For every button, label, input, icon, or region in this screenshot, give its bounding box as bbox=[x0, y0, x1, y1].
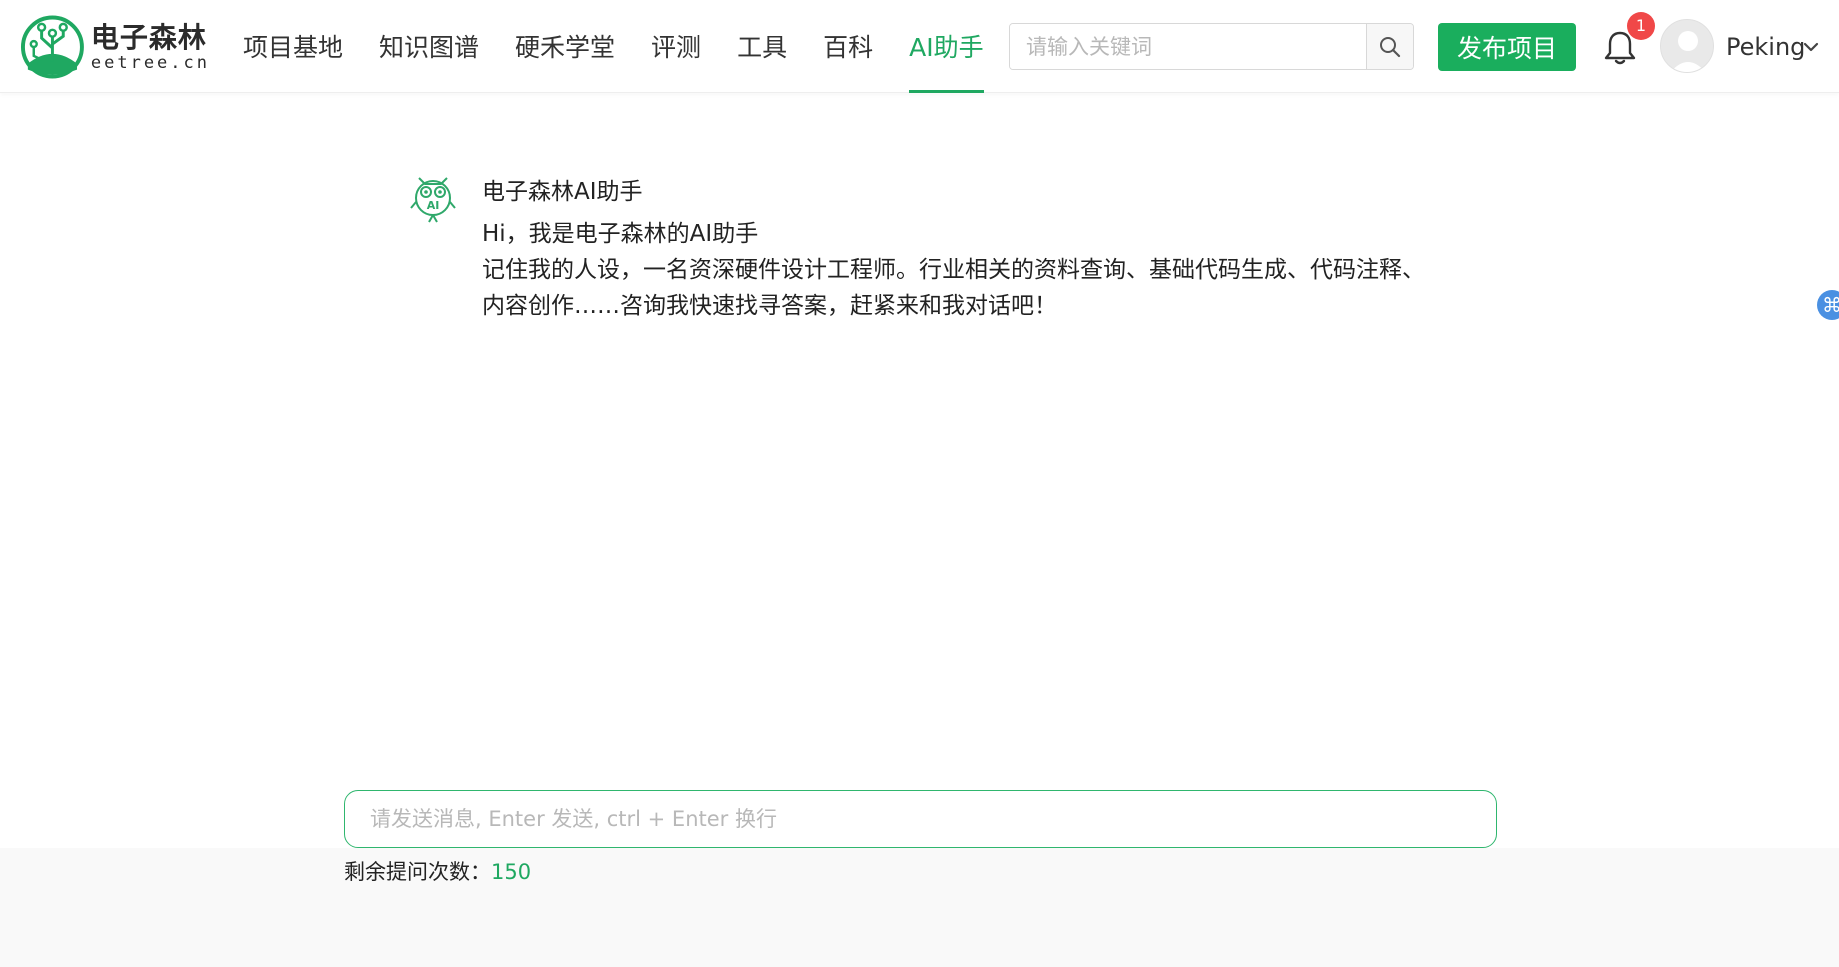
main-nav: 项目基地 知识图谱 硬禾学堂 评测 工具 百科 AI助手 bbox=[243, 0, 1020, 93]
top-header: 电子森林 eetree.cn 项目基地 知识图谱 硬禾学堂 评测 工具 百科 A… bbox=[0, 0, 1839, 93]
quota-value: 150 bbox=[491, 860, 532, 884]
nav-item-wiki[interactable]: 百科 bbox=[823, 0, 873, 93]
user-name[interactable]: Peking bbox=[1726, 33, 1805, 61]
nav-item-projects[interactable]: 项目基地 bbox=[243, 0, 343, 93]
brand-title: 电子森林 bbox=[90, 21, 207, 54]
side-float-icon[interactable]: ⌘ bbox=[1817, 290, 1839, 320]
search-icon bbox=[1380, 36, 1401, 57]
composer-area bbox=[0, 848, 1839, 967]
greeting-line: 记住我的人设，一名资深硬件设计工程师。行业相关的资料查询、基础代码生成、代码注释… bbox=[482, 257, 1425, 319]
svg-text:AI: AI bbox=[427, 199, 440, 212]
chevron-down-icon[interactable] bbox=[1802, 38, 1820, 56]
quota-label: 剩余提问次数： bbox=[344, 860, 491, 884]
chat-input[interactable] bbox=[344, 790, 1497, 848]
bot-name: 电子森林AI助手 bbox=[482, 179, 643, 205]
default-avatar-icon bbox=[1661, 20, 1713, 72]
nav-item-ai-assistant[interactable]: AI助手 bbox=[909, 0, 985, 93]
user-avatar[interactable] bbox=[1660, 19, 1714, 73]
bot-greeting: Hi，我是电子森林的AI助手 记住我的人设，一名资深硬件设计工程师。行业相关的资… bbox=[482, 216, 1427, 324]
search-input[interactable] bbox=[1010, 24, 1366, 69]
tree-circuit-logo-icon bbox=[20, 15, 84, 79]
publish-project-button[interactable]: 发布项目 bbox=[1438, 23, 1576, 71]
search-button[interactable] bbox=[1366, 24, 1413, 69]
nav-item-reviews[interactable]: 评测 bbox=[651, 0, 701, 93]
remaining-quota: 剩余提问次数：150 bbox=[344, 856, 531, 886]
nav-item-knowledge-graph[interactable]: 知识图谱 bbox=[379, 0, 479, 93]
site-logo[interactable]: 电子森林 eetree.cn bbox=[20, 14, 210, 80]
nav-item-academy[interactable]: 硬禾学堂 bbox=[515, 0, 615, 93]
notification-badge: 1 bbox=[1627, 12, 1655, 40]
nav-item-tools[interactable]: 工具 bbox=[737, 0, 787, 93]
owl-ai-icon: AI bbox=[410, 177, 456, 223]
greeting-line: Hi，我是电子森林的AI助手 bbox=[482, 221, 759, 247]
brand-subtitle: eetree.cn bbox=[90, 53, 210, 73]
search-box bbox=[1009, 23, 1414, 70]
